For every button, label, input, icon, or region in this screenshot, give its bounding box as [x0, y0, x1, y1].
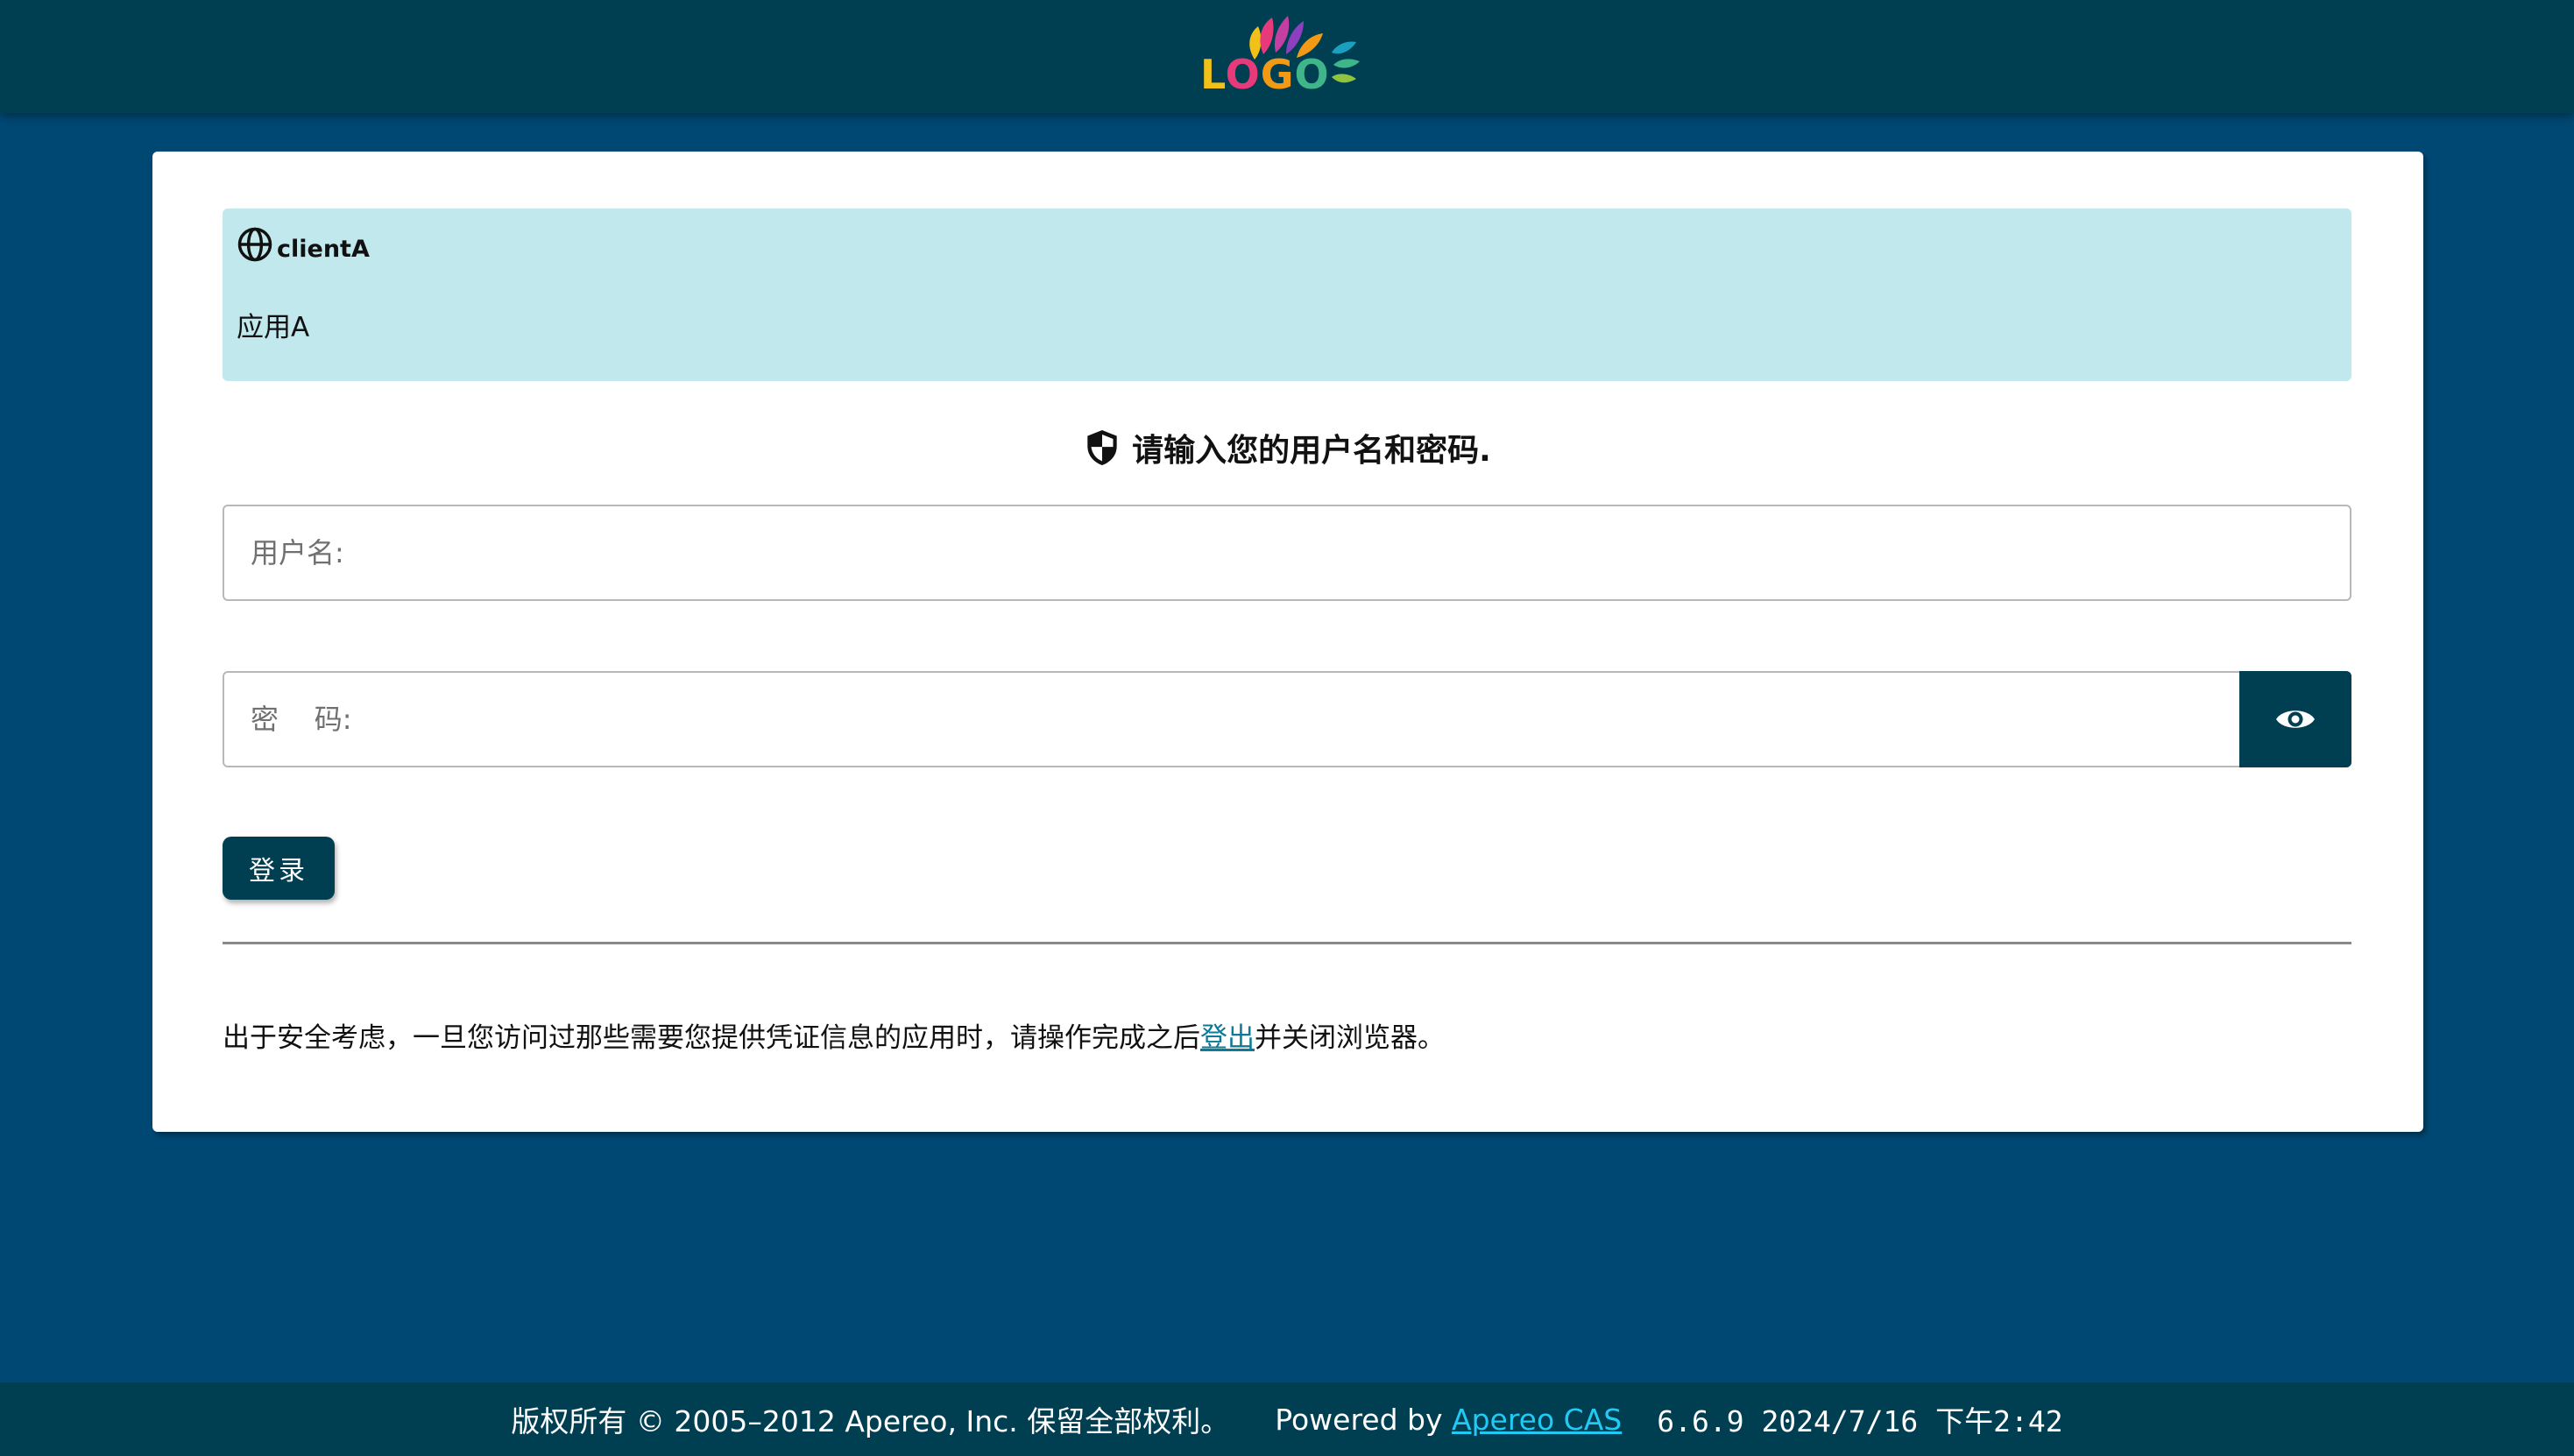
notice-text-end: 并关闭浏览器。: [1255, 1022, 1445, 1054]
shield-icon: [1087, 430, 1117, 465]
security-notice: 出于安全考虑，一旦您访问过那些需要您提供凭证信息的应用时，请操作完成之后登出并关…: [223, 1015, 1445, 1055]
service-title: clientA: [237, 226, 370, 263]
login-button[interactable]: 登录: [223, 837, 335, 900]
logout-link[interactable]: 登出: [1200, 1022, 1255, 1054]
service-description: 应用A: [237, 312, 310, 343]
login-prompt-text: 请输入您的用户名和密码.: [1132, 433, 1491, 469]
service-name: clientA: [277, 236, 370, 263]
logo-letter-l: L: [1200, 51, 1226, 98]
version-text: 6.6.9 2024/7/16 下午2:42: [1657, 1404, 2063, 1438]
top-bar: LOGO: [0, 0, 2574, 113]
login-card: clientA 应用A 请输入您的用户名和密码. 登录 出于安全考虑，一旦您访问…: [152, 152, 2423, 1132]
powered-by-text: Powered by: [1275, 1402, 1453, 1437]
copyright-text: 版权所有 © 2005–2012 Apereo, Inc. 保留全部权利。: [511, 1404, 1230, 1438]
logo-letter-o-2: O: [1294, 51, 1330, 98]
password-field-wrapper: [223, 671, 2351, 767]
login-prompt: 请输入您的用户名和密码.: [152, 425, 2423, 470]
show-password-button[interactable]: [2239, 671, 2351, 767]
service-info-box: clientA 应用A: [223, 209, 2351, 381]
globe-icon: [237, 227, 272, 262]
footer: 版权所有 © 2005–2012 Apereo, Inc. 保留全部权利。 Po…: [0, 1382, 2574, 1456]
eye-icon: [2276, 710, 2315, 728]
logo: LOGO: [1200, 9, 1375, 105]
username-input[interactable]: [224, 506, 2350, 599]
logo-letter-o: O: [1225, 51, 1261, 98]
password-input[interactable]: [224, 673, 2239, 766]
username-field-wrapper: [223, 505, 2351, 601]
divider: [223, 942, 2351, 944]
notice-text: 出于安全考虑，一旦您访问过那些需要您提供凭证信息的应用时，请操作完成之后: [223, 1022, 1200, 1054]
logo-letter-g: G: [1260, 51, 1295, 98]
apereo-cas-link[interactable]: Apereo CAS: [1452, 1403, 1622, 1437]
logo-text: LOGO: [1200, 54, 1330, 95]
